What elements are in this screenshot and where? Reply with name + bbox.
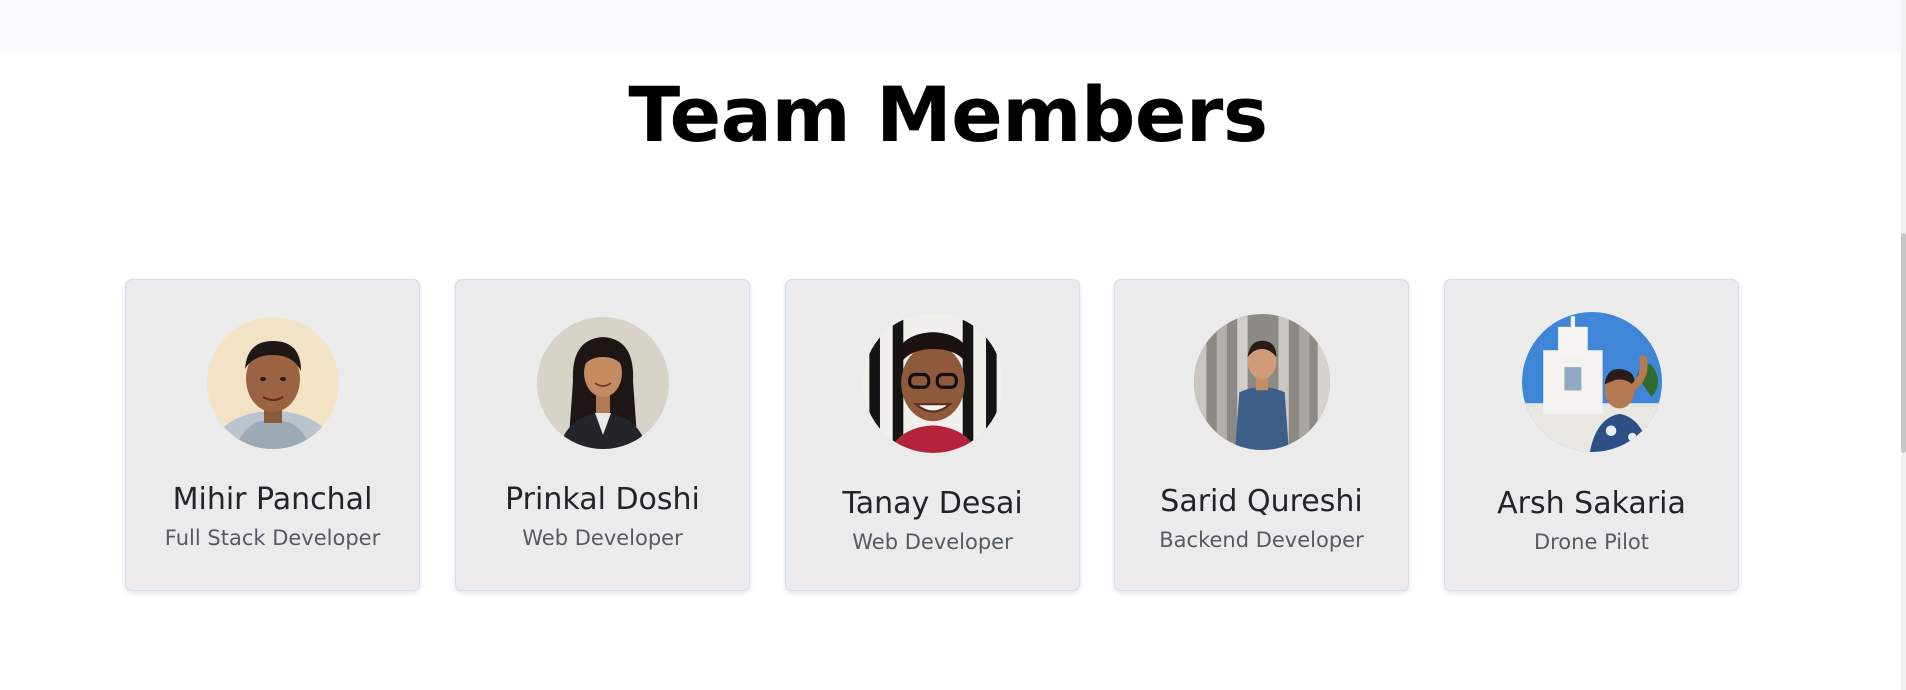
team-member-card: Sarid Qureshi Backend Developer xyxy=(1114,279,1409,591)
scrollbar-thumb[interactable] xyxy=(1901,233,1906,453)
member-role: Web Developer xyxy=(852,530,1013,554)
member-avatar xyxy=(206,317,339,449)
member-role: Drone Pilot xyxy=(1533,530,1650,554)
member-name: Sarid Qureshi xyxy=(1160,484,1363,519)
member-role: Full Stack Developer xyxy=(164,526,381,550)
section-title: Team Members xyxy=(628,70,1268,159)
member-name: Mihir Panchal xyxy=(172,482,373,517)
page-scrollbar[interactable] xyxy=(1901,0,1906,690)
team-member-card: Tanay Desai Web Developer xyxy=(785,279,1080,591)
member-avatar xyxy=(1193,314,1330,450)
member-name: Tanay Desai xyxy=(842,486,1023,521)
team-member-card: Prinkal Doshi Web Developer xyxy=(455,279,750,591)
member-avatar xyxy=(1521,312,1662,452)
member-role: Backend Developer xyxy=(1159,528,1364,552)
team-member-card: Mihir Panchal Full Stack Developer xyxy=(125,279,420,591)
member-avatar xyxy=(536,317,669,449)
member-avatar xyxy=(862,313,1003,453)
team-member-card: Arsh Sakaria Drone Pilot xyxy=(1444,279,1739,591)
member-name: Arsh Sakaria xyxy=(1497,486,1686,521)
member-name: Prinkal Doshi xyxy=(505,482,700,517)
top-nav-band xyxy=(0,0,1906,53)
member-role: Web Developer xyxy=(522,526,683,550)
